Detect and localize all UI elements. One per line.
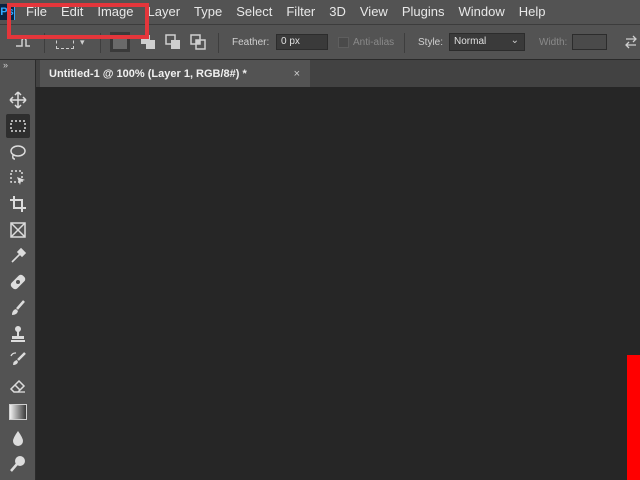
add-to-selection-button[interactable] bbox=[140, 25, 156, 59]
blur-tool[interactable] bbox=[6, 426, 30, 450]
lasso-icon bbox=[10, 145, 26, 160]
antialias-checkbox[interactable]: Anti-alias bbox=[338, 25, 394, 59]
close-icon[interactable]: × bbox=[294, 68, 300, 80]
tools-panel: » bbox=[0, 60, 36, 480]
move-icon bbox=[9, 91, 27, 109]
frame-tool[interactable] bbox=[6, 218, 30, 242]
crop-icon bbox=[10, 196, 26, 212]
menu-bar: Ps File Edit Image Layer Type Select Fil… bbox=[0, 0, 640, 24]
dodge-icon bbox=[10, 456, 25, 472]
frame-icon bbox=[10, 222, 26, 238]
marquee-preset-dropdown[interactable]: ▾ bbox=[56, 25, 85, 59]
menu-plugins[interactable]: Plugins bbox=[395, 0, 452, 24]
gradient-tool[interactable] bbox=[6, 400, 30, 424]
swap-dimensions-button[interactable] bbox=[624, 25, 638, 59]
object-selection-tool[interactable] bbox=[6, 166, 30, 190]
marquee-icon bbox=[56, 35, 74, 49]
canvas-area[interactable] bbox=[36, 87, 640, 480]
collapse-panel-icon[interactable]: » bbox=[0, 60, 36, 70]
photoshop-logo-icon: Ps bbox=[0, 4, 15, 20]
rectangular-marquee-tool[interactable] bbox=[6, 114, 30, 138]
document-tab-bar: Untitled-1 @ 100% (Layer 1, RGB/8#) * × bbox=[36, 60, 640, 87]
menu-edit[interactable]: Edit bbox=[54, 0, 90, 24]
menu-file[interactable]: File bbox=[19, 0, 54, 24]
antialias-label: Anti-alias bbox=[353, 36, 395, 48]
intersect-selection-icon bbox=[190, 34, 206, 50]
blur-icon bbox=[13, 431, 23, 446]
menu-window[interactable]: Window bbox=[451, 0, 511, 24]
document-tab[interactable]: Untitled-1 @ 100% (Layer 1, RGB/8#) * × bbox=[40, 60, 310, 87]
tool-preset-picker[interactable] bbox=[14, 25, 36, 59]
menu-layer[interactable]: Layer bbox=[141, 0, 188, 24]
document-tab-title: Untitled-1 @ 100% (Layer 1, RGB/8#) * bbox=[49, 67, 247, 80]
style-value: Normal bbox=[454, 36, 487, 47]
move-tool[interactable] bbox=[6, 88, 30, 112]
add-selection-icon bbox=[141, 35, 155, 49]
chevron-down-icon: ⌄ bbox=[510, 35, 519, 46]
dodge-tool[interactable] bbox=[6, 452, 30, 476]
intersect-selection-button[interactable] bbox=[190, 25, 206, 59]
feather-input[interactable]: 0 px bbox=[276, 34, 328, 50]
clone-stamp-tool[interactable] bbox=[6, 322, 30, 346]
subtract-from-selection-button[interactable] bbox=[165, 25, 181, 59]
spot-healing-brush-tool[interactable] bbox=[6, 270, 30, 294]
gradient-icon bbox=[9, 404, 27, 420]
eyedropper-tool[interactable] bbox=[6, 244, 30, 268]
red-bar-marker bbox=[627, 355, 640, 480]
menu-type[interactable]: Type bbox=[187, 0, 229, 24]
menu-filter[interactable]: Filter bbox=[279, 0, 322, 24]
menu-image[interactable]: Image bbox=[90, 0, 140, 24]
menu-3d[interactable]: 3D bbox=[322, 0, 353, 24]
width-input[interactable] bbox=[572, 34, 607, 50]
new-selection-button[interactable] bbox=[110, 25, 130, 59]
swap-arrows-icon bbox=[625, 35, 637, 49]
eyedropper-icon bbox=[11, 247, 27, 263]
eraser-tool[interactable] bbox=[6, 374, 30, 398]
history-brush-tool[interactable] bbox=[6, 348, 30, 372]
brush-icon bbox=[12, 300, 25, 315]
subtract-selection-icon bbox=[165, 34, 180, 49]
tool-preset-icon bbox=[16, 35, 30, 47]
history-brush-icon bbox=[10, 352, 26, 365]
feather-label: Feather: bbox=[232, 36, 270, 48]
chevron-down-icon: ▾ bbox=[80, 36, 85, 47]
clone-stamp-icon bbox=[11, 326, 25, 342]
spot-healing-brush-icon bbox=[10, 274, 26, 290]
style-label: Style: bbox=[418, 36, 444, 48]
width-label: Width: bbox=[539, 36, 568, 48]
crop-tool[interactable] bbox=[6, 192, 30, 216]
menu-help[interactable]: Help bbox=[512, 0, 553, 24]
object-selection-icon bbox=[10, 170, 25, 185]
eraser-icon bbox=[9, 379, 26, 393]
new-selection-icon bbox=[113, 35, 127, 49]
style-select[interactable]: Normal ⌄ bbox=[449, 33, 525, 51]
brush-tool[interactable] bbox=[6, 296, 30, 320]
lasso-tool[interactable] bbox=[6, 140, 30, 164]
antialias-checkbox-box bbox=[338, 36, 349, 48]
menu-view[interactable]: View bbox=[353, 0, 395, 24]
menu-select[interactable]: Select bbox=[229, 0, 279, 24]
rectangular-marquee-icon bbox=[10, 120, 26, 132]
options-bar: ▾ Feather: 0 px Anti-alias Style: Normal… bbox=[0, 24, 640, 60]
